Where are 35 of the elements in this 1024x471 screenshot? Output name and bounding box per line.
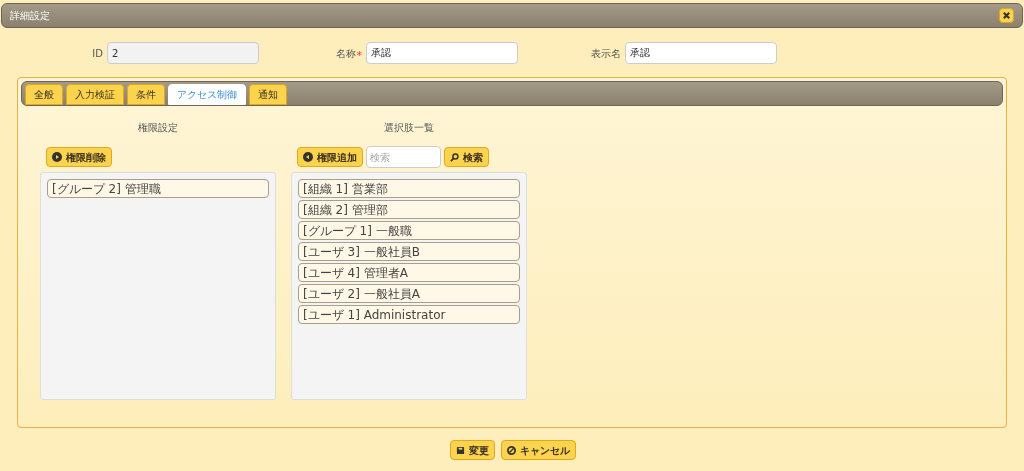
list-item[interactable]: [ユーザ 4] 管理者A (298, 263, 520, 282)
window-title: 詳細設定 (10, 9, 50, 23)
close-icon (1002, 11, 1011, 20)
column-heading: 権限設定 (137, 121, 179, 135)
tab[interactable]: 条件 (127, 84, 165, 105)
tab[interactable]: 全般 (25, 84, 63, 105)
text-field[interactable]: 承認 (625, 42, 777, 64)
list-item[interactable]: [組織 1] 営業部 (298, 179, 520, 198)
list-item[interactable]: [組織 2] 管理部 (298, 200, 520, 219)
close-button[interactable] (999, 8, 1014, 23)
field-label: ID (92, 46, 103, 61)
list-item[interactable]: [グループ 2] 管理職 (47, 179, 269, 198)
tab[interactable]: 入力検証 (66, 84, 124, 105)
save-button[interactable]: 変更 (449, 440, 495, 460)
list-item[interactable]: [グループ 1] 一般職 (298, 221, 520, 240)
list-item[interactable]: [ユーザ 1] Administrator (298, 305, 520, 324)
required-mark: * (356, 47, 362, 64)
cancel-icon (506, 445, 516, 455)
list-item[interactable]: [ユーザ 2] 一般社員A (298, 284, 520, 303)
cancel-button[interactable]: キャンセル (500, 440, 576, 460)
list-item[interactable]: [ユーザ 3] 一般社員B (298, 242, 520, 261)
column-heading: 選択肢一覧 (383, 121, 435, 135)
search-icon (450, 152, 459, 162)
text-field[interactable]: 承認 (366, 42, 518, 64)
tab[interactable]: 通知 (249, 84, 287, 105)
remove-button[interactable]: 権限削除 (46, 147, 112, 167)
search-button[interactable]: 検索 (444, 147, 489, 167)
back-icon (303, 152, 313, 162)
field-label: 名称 (335, 46, 356, 61)
add-button[interactable]: 権限追加 (297, 147, 363, 167)
field-label: 表示名 (591, 46, 621, 61)
save-icon (455, 445, 465, 455)
tab[interactable]: アクセス制御 (168, 84, 246, 105)
play-icon (52, 152, 62, 162)
search-field[interactable]: 検索 (366, 146, 441, 168)
